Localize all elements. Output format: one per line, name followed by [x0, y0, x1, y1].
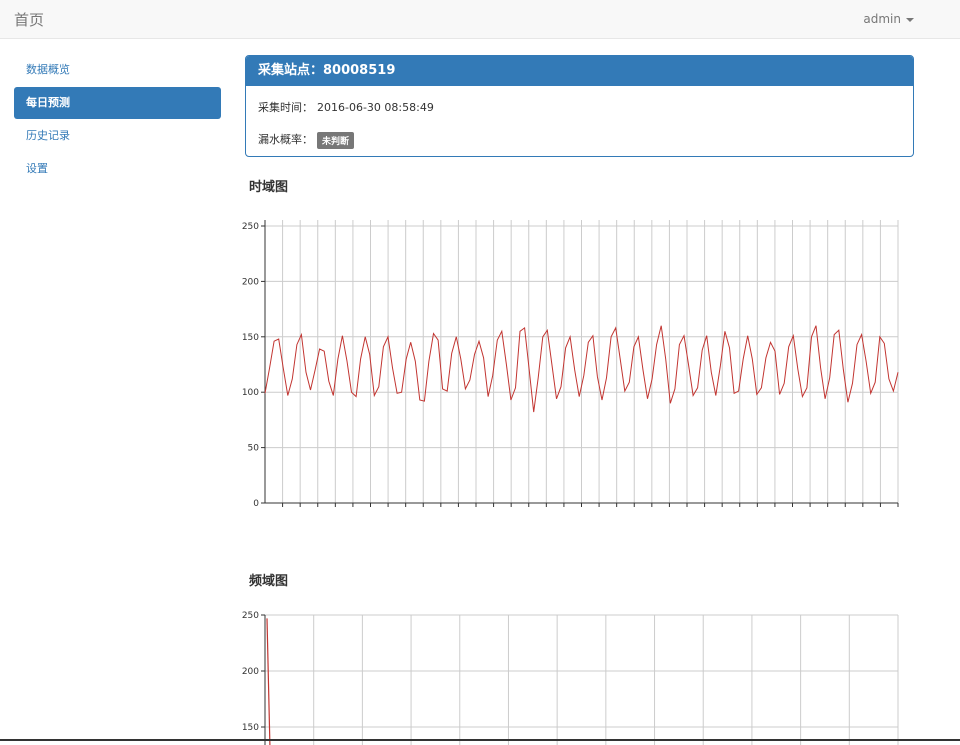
leak-probability-label: 漏水概率：: [258, 133, 313, 146]
series-line: [266, 618, 271, 745]
sidebar-item-settings[interactable]: 设置: [14, 153, 221, 185]
y-tick-label: 200: [242, 277, 259, 287]
user-menu[interactable]: admin: [863, 12, 914, 26]
collect-time-row: 采集时间： 2016-06-30 08:58:49: [258, 99, 434, 115]
collect-time-value: 2016-06-30 08:58:49: [317, 101, 434, 114]
frequency-domain-title: 频域图: [249, 574, 289, 589]
time-domain-chart: 0 50 100 150 200 250: [242, 220, 899, 509]
sidebar-item-overview[interactable]: 数据概览: [14, 54, 221, 86]
sidebar-item-history[interactable]: 历史记录: [14, 120, 221, 152]
sidebar: 数据概览 每日预测 历史记录 设置: [14, 54, 221, 186]
collect-time-label: 采集时间：: [258, 101, 313, 114]
caret-down-icon: [906, 17, 914, 22]
status-badge: 未判断: [317, 131, 355, 149]
y-tick-label: 150: [242, 723, 259, 733]
station-title: 采集站点：80008519: [246, 56, 913, 86]
time-domain-title: 时域图: [249, 180, 289, 195]
y-tick-label: 250: [242, 222, 259, 232]
y-tick-label: 250: [242, 611, 259, 621]
sidebar-item-daily-forecast[interactable]: 每日预测: [14, 87, 221, 119]
y-tick-label: 100: [242, 388, 259, 398]
brand-link[interactable]: 首页: [14, 9, 44, 30]
y-tick-label: 0: [253, 499, 259, 509]
frequency-domain-chart: 150 200 250: [242, 611, 899, 745]
y-tick-label: 50: [248, 444, 260, 454]
user-name: admin: [863, 12, 901, 26]
leak-probability-row: 漏水概率： 未判断: [258, 131, 355, 149]
y-tick-label: 200: [242, 667, 259, 677]
station-panel: 采集站点：80008519 采集时间： 2016-06-30 08:58:49 漏…: [245, 55, 914, 157]
top-navbar: 首页 admin: [0, 0, 960, 39]
y-tick-label: 150: [242, 333, 259, 343]
